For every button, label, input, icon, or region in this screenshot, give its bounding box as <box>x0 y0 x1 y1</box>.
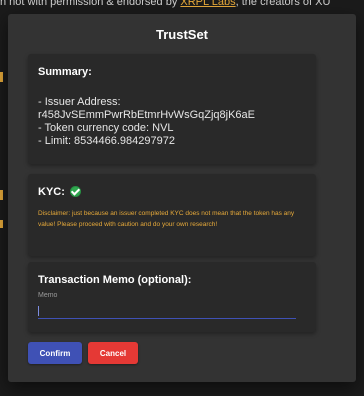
background-accent-mark <box>0 220 3 228</box>
summary-heading: Summary: <box>38 66 92 78</box>
cancel-button[interactable]: Cancel <box>88 342 138 364</box>
summary-line-issuer-label: - Issuer Address: <box>38 96 121 108</box>
memo-heading: Transaction Memo (optional): <box>38 274 192 286</box>
memo-input[interactable] <box>38 302 296 319</box>
memo-card: Transaction Memo (optional): Memo <box>28 262 316 332</box>
background-accent-mark <box>0 72 3 82</box>
summary-line-limit: - Limit: 8534466.984297972 <box>38 135 175 147</box>
kyc-heading: KYC: <box>38 186 65 198</box>
dialog-title: TrustSet <box>155 27 208 42</box>
kyc-card: KYC: Disclaimer: just because an issuer … <box>28 174 316 256</box>
background-notice-suffix: , the creators of XU <box>235 0 331 8</box>
background-notice-link[interactable]: XRPL Labs <box>180 0 235 8</box>
summary-details: - Issuer Address: r458JvSEmmPwrRbEtmrHvW… <box>38 96 255 148</box>
check-circle-icon <box>70 186 81 197</box>
summary-line-currency: - Token currency code: NVL <box>38 122 174 134</box>
background-notice-prefix: n not with permission & endorsed by <box>0 0 181 8</box>
trustset-dialog: TrustSet Summary: - Issuer Address: r458… <box>8 14 356 382</box>
summary-line-issuer-address: r458JvSEmmPwrRbEtmrHvWsGqZjq8jK6aE <box>38 109 255 121</box>
memo-field-label: Memo <box>38 292 58 299</box>
background-accent-mark <box>0 190 3 200</box>
memo-input-caret <box>38 306 39 316</box>
summary-card: Summary: - Issuer Address: r458JvSEmmPwr… <box>28 54 316 164</box>
confirm-button[interactable]: Confirm <box>28 342 82 364</box>
background-notice: n not with permission & endorsed by XRPL… <box>0 0 364 8</box>
kyc-disclaimer: Disclaimer: just because an issuer compl… <box>38 210 295 228</box>
